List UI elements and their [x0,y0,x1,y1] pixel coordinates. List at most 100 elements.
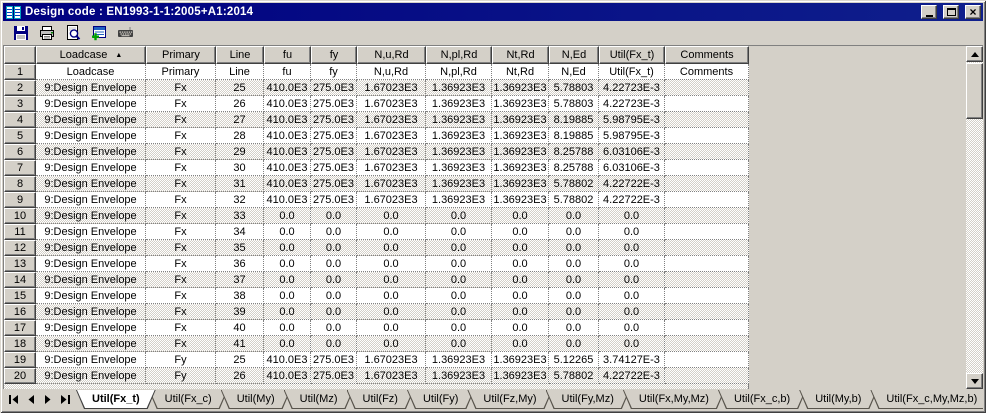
grid-cell[interactable]: 6.03106E-3 [599,160,665,176]
sheet-tab-util-fx-t[interactable]: Util(Fx_t) [76,390,156,409]
grid-cell[interactable]: 1.67023E3 [357,112,426,128]
grid-cell[interactable]: 8.25788 [549,160,599,176]
grid-cell[interactable]: N,u,Rd [357,64,426,80]
grid-cell[interactable]: 1.36923E3 [426,96,492,112]
grid-cell[interactable]: 9:Design Envelope [36,208,146,224]
grid-cell[interactable] [665,144,749,160]
grid-cell[interactable]: 1.36923E3 [426,192,492,208]
grid-cell[interactable]: 5.78803 [549,96,599,112]
grid-cell[interactable]: 0.0 [311,304,357,320]
grid-cell[interactable]: 1.36923E3 [492,352,549,368]
grid-cell[interactable]: 410.0E3 [264,192,311,208]
scroll-up-button[interactable] [966,46,983,62]
grid-cell[interactable]: 0.0 [599,224,665,240]
grid-cell[interactable]: 0.0 [549,256,599,272]
grid-cell[interactable]: 410.0E3 [264,176,311,192]
grid-cell[interactable]: Comments [665,64,749,80]
grid-cell[interactable]: Fx [146,176,216,192]
grid-cell[interactable]: 0.0 [357,304,426,320]
sheet-tab-util-fx-c-b[interactable]: Util(Fx_c,b) [718,390,806,409]
grid-cell[interactable]: 1.36923E3 [492,144,549,160]
column-header[interactable]: fy [311,46,357,64]
grid-cell[interactable]: 410.0E3 [264,160,311,176]
grid-cell[interactable]: 1.36923E3 [492,80,549,96]
grid-cell[interactable]: 5.78802 [549,368,599,384]
grid-cell[interactable]: 1.67023E3 [357,128,426,144]
row-number[interactable]: 19 [4,352,36,368]
grid-cell[interactable]: 9:Design Envelope [36,224,146,240]
grid-cell[interactable]: 1.36923E3 [492,192,549,208]
grid-cell[interactable]: 5.98795E-3 [599,128,665,144]
sheet-tab-util-fx-c-my-mz-b[interactable]: Util(Fx_c,My,Mz,b) [870,390,983,409]
grid-cell[interactable]: 5.12265 [549,352,599,368]
close-button[interactable]: × [965,5,981,19]
grid-cell[interactable] [665,176,749,192]
grid-cell[interactable]: Fx [146,208,216,224]
grid-cell[interactable]: fy [311,64,357,80]
grid-cell[interactable]: 0.0 [549,208,599,224]
grid-cell[interactable]: Fx [146,240,216,256]
column-header[interactable]: N,pl,Rd [426,46,492,64]
grid-cell[interactable]: 0.0 [311,336,357,352]
column-header[interactable]: Loadcase▲ [36,46,146,64]
grid-cell[interactable]: 26 [216,368,264,384]
row-number[interactable]: 7 [4,160,36,176]
row-number[interactable]: 16 [4,304,36,320]
grid-cell[interactable]: 1.67023E3 [357,144,426,160]
grid-cell[interactable]: 27 [216,112,264,128]
grid-cell[interactable]: 275.0E3 [311,176,357,192]
grid-cell[interactable]: 1.36923E3 [492,160,549,176]
grid-cell[interactable]: 4.22723E-3 [599,96,665,112]
grid-cell[interactable]: Fx [146,272,216,288]
grid-cell[interactable] [665,288,749,304]
grid-cell[interactable]: 1.36923E3 [426,80,492,96]
grid-cell[interactable]: 0.0 [599,320,665,336]
grid-cell[interactable]: 29 [216,144,264,160]
grid-cell[interactable]: Fx [146,96,216,112]
grid-cell[interactable]: 0.0 [599,256,665,272]
grid-cell[interactable]: Fx [146,224,216,240]
first-sheet-button[interactable] [6,391,21,407]
grid-cell[interactable]: 275.0E3 [311,80,357,96]
grid-cell[interactable]: 0.0 [264,240,311,256]
grid-cell[interactable]: 8.19885 [549,112,599,128]
grid-cell[interactable]: 0.0 [426,224,492,240]
print-icon[interactable] [38,24,56,42]
grid-cell[interactable]: 275.0E3 [311,368,357,384]
grid-cell[interactable]: 25 [216,352,264,368]
column-header[interactable]: fu [264,46,311,64]
grid-cell[interactable] [665,128,749,144]
sheet-tab-util-fy-mz[interactable]: Util(Fy,Mz) [546,390,630,409]
grid-cell[interactable]: 28 [216,128,264,144]
grid-cell[interactable] [665,304,749,320]
grid-cell[interactable]: 0.0 [599,240,665,256]
grid-cell[interactable]: 1.36923E3 [492,368,549,384]
grid-cell[interactable]: Fx [146,80,216,96]
grid-cell[interactable]: 0.0 [492,208,549,224]
grid-cell[interactable]: Fx [146,128,216,144]
add-table-view-icon[interactable] [90,24,108,42]
grid-cell[interactable]: 38 [216,288,264,304]
grid-cell[interactable]: 9:Design Envelope [36,160,146,176]
grid-cell[interactable]: 0.0 [549,272,599,288]
grid-cell[interactable]: 275.0E3 [311,160,357,176]
grid-cell[interactable]: N,pl,Rd [426,64,492,80]
grid-cell[interactable]: 4.22723E-3 [599,80,665,96]
row-number[interactable]: 15 [4,288,36,304]
grid-cell[interactable]: 0.0 [599,272,665,288]
row-number[interactable]: 8 [4,176,36,192]
grid-cell[interactable]: 5.98795E-3 [599,112,665,128]
grid-cell[interactable]: 9:Design Envelope [36,368,146,384]
grid-cell[interactable]: 0.0 [357,288,426,304]
grid-cell[interactable]: 1.67023E3 [357,80,426,96]
grid-cell[interactable]: N,Ed [549,64,599,80]
grid-cell[interactable]: 26 [216,96,264,112]
column-header[interactable]: Primary [146,46,216,64]
grid-cell[interactable]: 0.0 [311,208,357,224]
grid-cell[interactable]: Fx [146,304,216,320]
grid-cell[interactable]: 410.0E3 [264,352,311,368]
column-header[interactable]: N,Ed [549,46,599,64]
grid-cell[interactable]: Loadcase [36,64,146,80]
grid-cell[interactable]: 0.0 [357,256,426,272]
grid-cell[interactable]: 30 [216,160,264,176]
